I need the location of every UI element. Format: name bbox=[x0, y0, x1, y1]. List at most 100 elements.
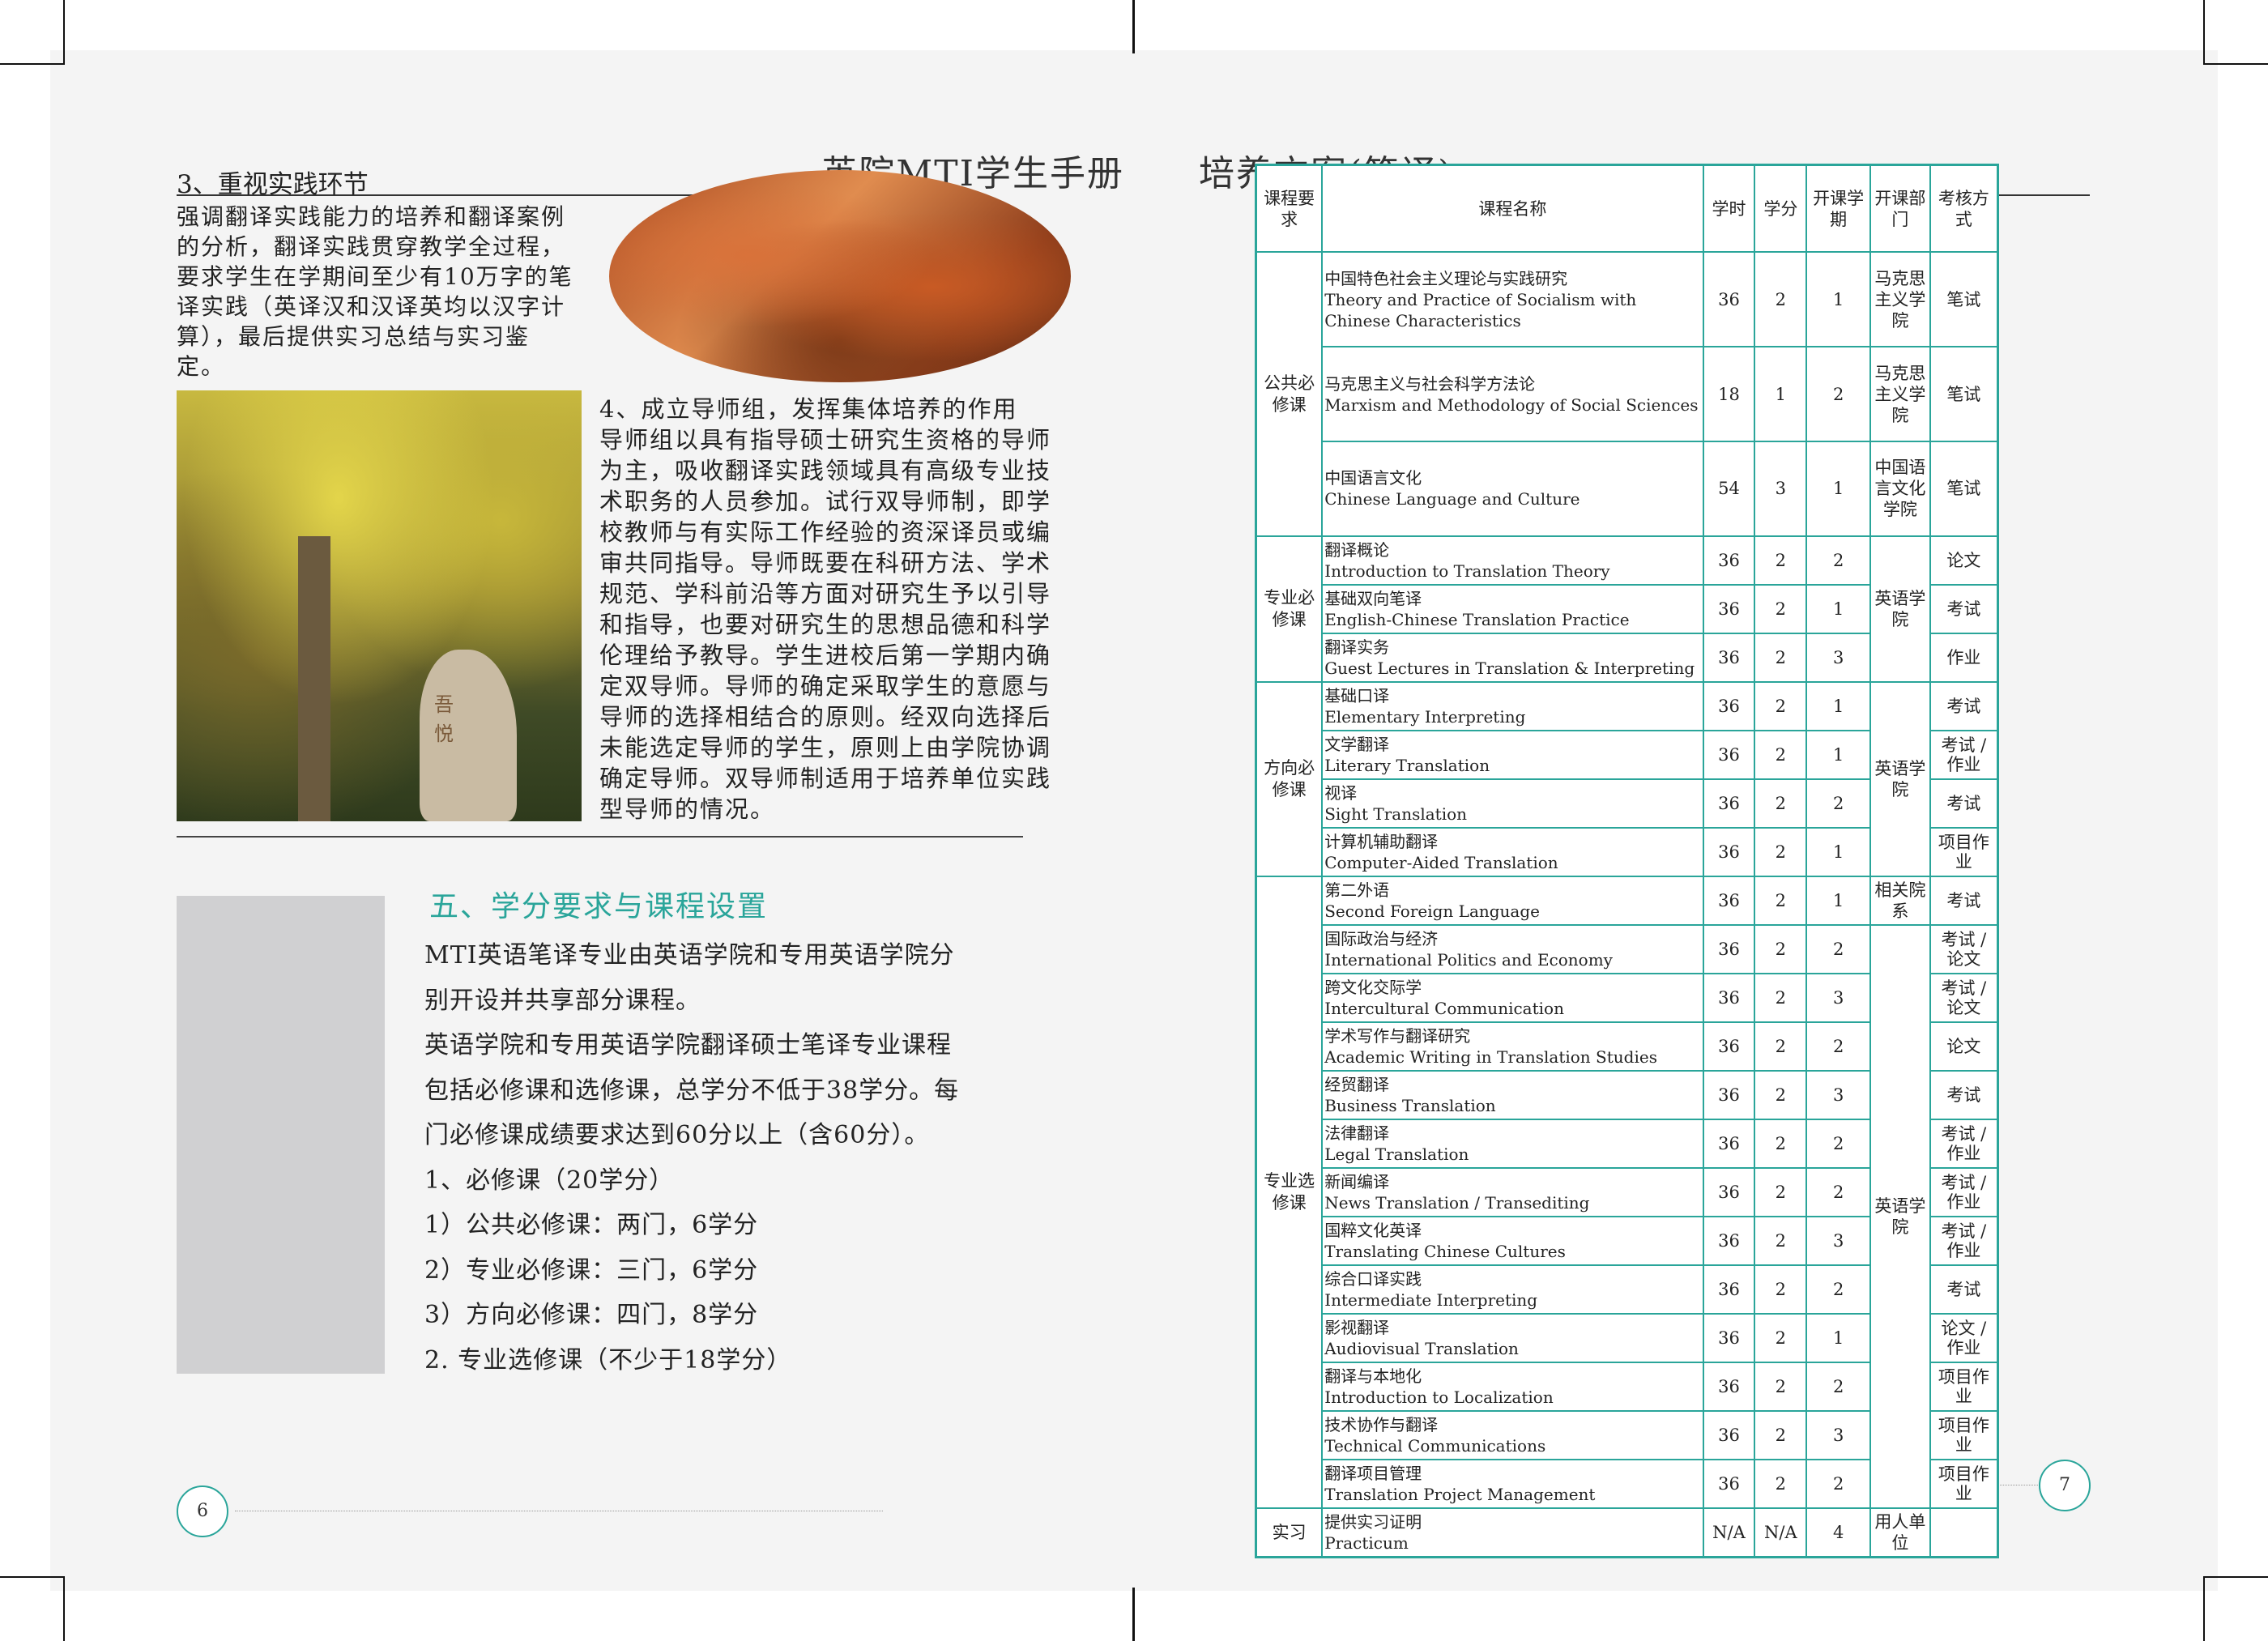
course-name-en: Practicum bbox=[1324, 1533, 1409, 1554]
course-hours-cell: 36 bbox=[1702, 1119, 1756, 1170]
course-name-cell: 中国特色社会主义理论与实践研究 Theory and Practice of So… bbox=[1321, 251, 1704, 348]
paragraph-line: 别开设并共享部分课程。 bbox=[424, 986, 701, 1015]
course-name-cn: 法律翻译 bbox=[1324, 1123, 1390, 1144]
table-header-row: 课程要求 课程名称 学时 学分 开课学期 开课部门 考核方式 bbox=[1255, 164, 1999, 254]
department-cell: 英语学院 bbox=[1869, 535, 1931, 683]
assessment-cell: 考试 / 作业 bbox=[1929, 1167, 1999, 1218]
course-hours-cell: 36 bbox=[1702, 778, 1756, 829]
course-name-cn: 国际政治与经济 bbox=[1324, 929, 1439, 949]
course-name-cn: 学术写作与翻译研究 bbox=[1324, 1026, 1471, 1046]
assessment-cell: 项目作业 bbox=[1929, 1362, 1999, 1413]
table-row: 专业必修课 翻译概论 Introduction to Translation The… bbox=[1255, 535, 1999, 683]
assessment-cell: 考试 / 作业 bbox=[1929, 1119, 1999, 1170]
course-hours-cell: 36 bbox=[1702, 583, 1756, 634]
course-hours-cell: 36 bbox=[1702, 1264, 1756, 1315]
paragraph-line: 导师的选择相结合的原则。经双向选择后 bbox=[599, 703, 1052, 731]
paragraph-line: 的分析，翻译实践贯穿教学全过程， bbox=[177, 233, 566, 260]
course-term-cell: 1 bbox=[1805, 729, 1872, 781]
course-name-en: English-Chinese Translation Practice bbox=[1324, 609, 1630, 629]
paragraph-line: 算），最后提供实习总结与实习鉴 bbox=[177, 323, 531, 350]
department-cell: 英语学院 bbox=[1869, 924, 1931, 1510]
assessment-cell: 项目作业 bbox=[1929, 1410, 1999, 1461]
course-name-cn: 翻译项目管理 bbox=[1324, 1464, 1422, 1484]
paragraph-line: MTI英语笔译专业由英语学院和专用英语学院分 bbox=[424, 941, 955, 970]
course-name-cell: 计算机辅助翻译 Computer-Aided Translation bbox=[1321, 827, 1704, 878]
course-credits-cell: 2 bbox=[1754, 924, 1808, 975]
course-name-cell: 提供实习证明 Practicum bbox=[1321, 1507, 1704, 1558]
course-name-cell: 中国语言文化 Chinese Language and Culture bbox=[1321, 441, 1704, 537]
course-credits-cell: 2 bbox=[1754, 632, 1808, 683]
course-name-cell: 经贸翻译 Business Translation bbox=[1321, 1070, 1704, 1121]
course-name-cn: 中国语言文化 bbox=[1324, 468, 1422, 488]
course-term-cell: 1 bbox=[1805, 876, 1872, 927]
course-credits-cell: 2 bbox=[1754, 1410, 1808, 1461]
column-header: 学时 bbox=[1702, 164, 1756, 254]
assessment-cell: 笔试 bbox=[1929, 346, 1999, 442]
paragraph-line: 术职务的人员参加。试行双导师制，即学 bbox=[599, 488, 1052, 515]
course-term-cell: 1 bbox=[1805, 441, 1872, 537]
course-name-en: Literary Translation bbox=[1324, 756, 1490, 775]
course-credits-cell: 2 bbox=[1754, 778, 1808, 829]
paragraph-line: 英语学院和专用英语学院翻译硕士笔译专业课程 bbox=[424, 1031, 952, 1059]
department-cell: 马克思主义学院 bbox=[1869, 346, 1931, 442]
table-row: 国际政治与经济 International Politics and Econom… bbox=[1256, 924, 1999, 1510]
table-row: 专业选修课 第二外语 Second Foreign Language 36 2 1 相关院系… bbox=[1255, 876, 1999, 1510]
column-header: 开课部门 bbox=[1869, 164, 1931, 254]
course-name-cell: 第二外语 Second Foreign Language bbox=[1321, 876, 1704, 927]
course-name-en: News Translation / Transediting bbox=[1324, 1193, 1590, 1213]
paragraph-line: 规范、学科前沿等方面对研究生予以引导 bbox=[599, 580, 1052, 607]
course-term-cell: 3 bbox=[1805, 973, 1872, 1024]
assessment-cell: 论文 / 作业 bbox=[1929, 1313, 1999, 1364]
course-term-cell: 3 bbox=[1805, 1216, 1872, 1267]
course-name-en: Guest Lectures in Translation & Interpre… bbox=[1324, 658, 1695, 678]
course-name-cn: 文学翻译 bbox=[1324, 735, 1390, 754]
left-page: 英院MTI学生手册 3、重视实践环节 强调翻译实践能力的培养和翻译案例 的分析，… bbox=[130, 50, 1134, 1591]
assessment-cell bbox=[1929, 1507, 1999, 1558]
course-hours-cell: 36 bbox=[1702, 1362, 1756, 1413]
course-hours-cell: 36 bbox=[1702, 876, 1756, 927]
course-name-cell: 基础双向笔译 English-Chinese Translation Practi… bbox=[1321, 583, 1704, 634]
course-term-cell: 1 bbox=[1805, 583, 1872, 634]
crop-mark bbox=[63, 0, 65, 65]
ginkgo-tree-photo: 吾悦 bbox=[177, 390, 582, 821]
curriculum-table: 课程要求 课程名称 学时 学分 开课学期 开课部门 考核方式 公共必修课 中国特色… bbox=[1255, 164, 1999, 1558]
section5-body: MTI英语笔译专业由英语学院和专用英语学院分 别开设并共享部分课程。 英语学院和… bbox=[424, 933, 1040, 1383]
section3-block: 3、重视实践环节 强调翻译实践能力的培养和翻译案例 的分析，翻译实践贯穿教学全过… bbox=[177, 164, 614, 381]
list-item: 2. 专业选修课（不少于18学分） bbox=[424, 1345, 792, 1375]
section-divider bbox=[177, 836, 1023, 838]
assessment-cell: 项目作业 bbox=[1929, 1459, 1999, 1510]
course-hours-cell: 36 bbox=[1702, 827, 1756, 878]
course-hours-cell: 36 bbox=[1702, 1459, 1756, 1510]
course-name-cell: 翻译概论 Introduction to Translation Theory bbox=[1321, 535, 1704, 586]
column-header: 考核方式 bbox=[1929, 164, 1999, 254]
course-category-cell: 方向必修课 bbox=[1255, 680, 1324, 878]
assessment-cell: 考试 bbox=[1929, 1070, 1999, 1121]
course-name-en: Introduction to Localization bbox=[1324, 1387, 1554, 1408]
course-name-en: Marxism and Methodology of Social Scienc… bbox=[1324, 394, 1699, 415]
curriculum-table-wrapper: 课程要求 课程名称 学时 学分 开课学期 开课部门 考核方式 公共必修课 中国特色… bbox=[1255, 164, 2138, 1558]
course-term-cell: 2 bbox=[1805, 1459, 1872, 1510]
course-term-cell: 3 bbox=[1805, 1070, 1872, 1121]
paragraph-line: 门必修课成绩要求达到60分以上（含60分）。 bbox=[424, 1121, 930, 1149]
column-header: 课程要求 bbox=[1255, 164, 1324, 254]
paragraph-line: 和指导，也要对研究生的思想品德和科学 bbox=[599, 611, 1052, 638]
course-term-cell: 2 bbox=[1805, 1167, 1872, 1218]
course-name-en: Audiovisual Translation bbox=[1324, 1339, 1519, 1359]
course-name-cell: 技术协作与翻译 Technical Communications bbox=[1321, 1410, 1704, 1461]
course-name-cell: 马克思主义与社会科学方法论 Marxism and Methodology of … bbox=[1321, 346, 1704, 442]
list-item: 2）专业必修课：三门，6学分 bbox=[424, 1255, 759, 1285]
course-credits-cell: 2 bbox=[1754, 876, 1808, 927]
column-header: 学分 bbox=[1754, 164, 1808, 254]
course-credits-cell: 2 bbox=[1754, 583, 1808, 634]
course-name-cn: 提供实习证明 bbox=[1324, 1512, 1422, 1532]
course-name-en: Translation Project Management bbox=[1324, 1485, 1596, 1505]
course-name-en: Business Translation bbox=[1324, 1096, 1496, 1116]
course-name-cell: 综合口译实践 Intermediate Interpreting bbox=[1321, 1264, 1704, 1315]
course-category-cell: 专业必修课 bbox=[1255, 535, 1324, 683]
course-hours-cell: 36 bbox=[1702, 535, 1756, 586]
course-name-cn: 基础双向笔译 bbox=[1324, 588, 1422, 608]
assessment-cell: 论文 bbox=[1929, 535, 1999, 586]
course-credits-cell: 2 bbox=[1754, 680, 1808, 732]
course-name-cn: 第二外语 bbox=[1324, 880, 1390, 901]
course-term-cell: 2 bbox=[1805, 1264, 1872, 1315]
